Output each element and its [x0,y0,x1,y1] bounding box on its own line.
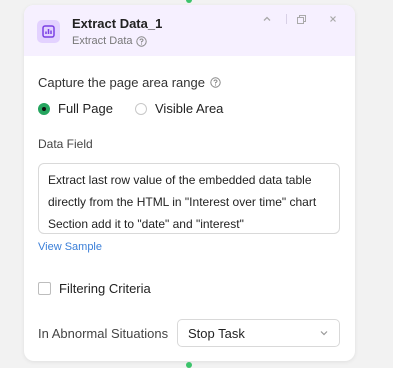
header-divider [286,14,287,24]
radio-full-page[interactable]: Full Page [38,101,113,116]
chart-icon [37,20,60,43]
radio-unchecked-indicator[interactable] [135,102,147,115]
close-button[interactable] [326,12,340,26]
abnormal-situations-label: In Abnormal Situations [38,326,169,341]
checkbox-box[interactable] [38,282,51,295]
radio-checked-indicator[interactable] [38,102,50,115]
input-connector[interactable] [186,0,192,3]
copy-icon [296,14,306,24]
capture-range-label: Capture the page area range [38,75,221,90]
select-value: Stop Task [188,325,245,341]
data-field-input[interactable]: Extract last row value of the embedded d… [38,163,340,234]
abnormal-situations-select[interactable]: Stop Task [177,319,340,347]
panel-header: Extract Data_1 Extract Data [24,5,355,56]
radio-visible-area[interactable]: Visible Area [135,101,223,116]
node-type-label: Extract Data [72,35,133,47]
duplicate-button[interactable] [294,12,308,26]
help-icon[interactable] [210,77,221,88]
collapse-button[interactable] [260,12,274,26]
view-sample-link[interactable]: View Sample [38,241,102,253]
extract-data-panel: Extract Data_1 Extract Data Capture the … [24,5,355,361]
chevron-up-icon [263,16,271,21]
node-subtitle: Extract Data [72,35,147,47]
data-field-label: Data Field [38,137,93,151]
help-icon[interactable] [135,35,147,47]
filtering-criteria-checkbox[interactable]: Filtering Criteria [38,281,151,296]
chevron-down-icon [320,331,328,336]
close-icon [330,16,336,22]
output-connector[interactable] [186,362,192,368]
node-title: Extract Data_1 [72,16,163,31]
